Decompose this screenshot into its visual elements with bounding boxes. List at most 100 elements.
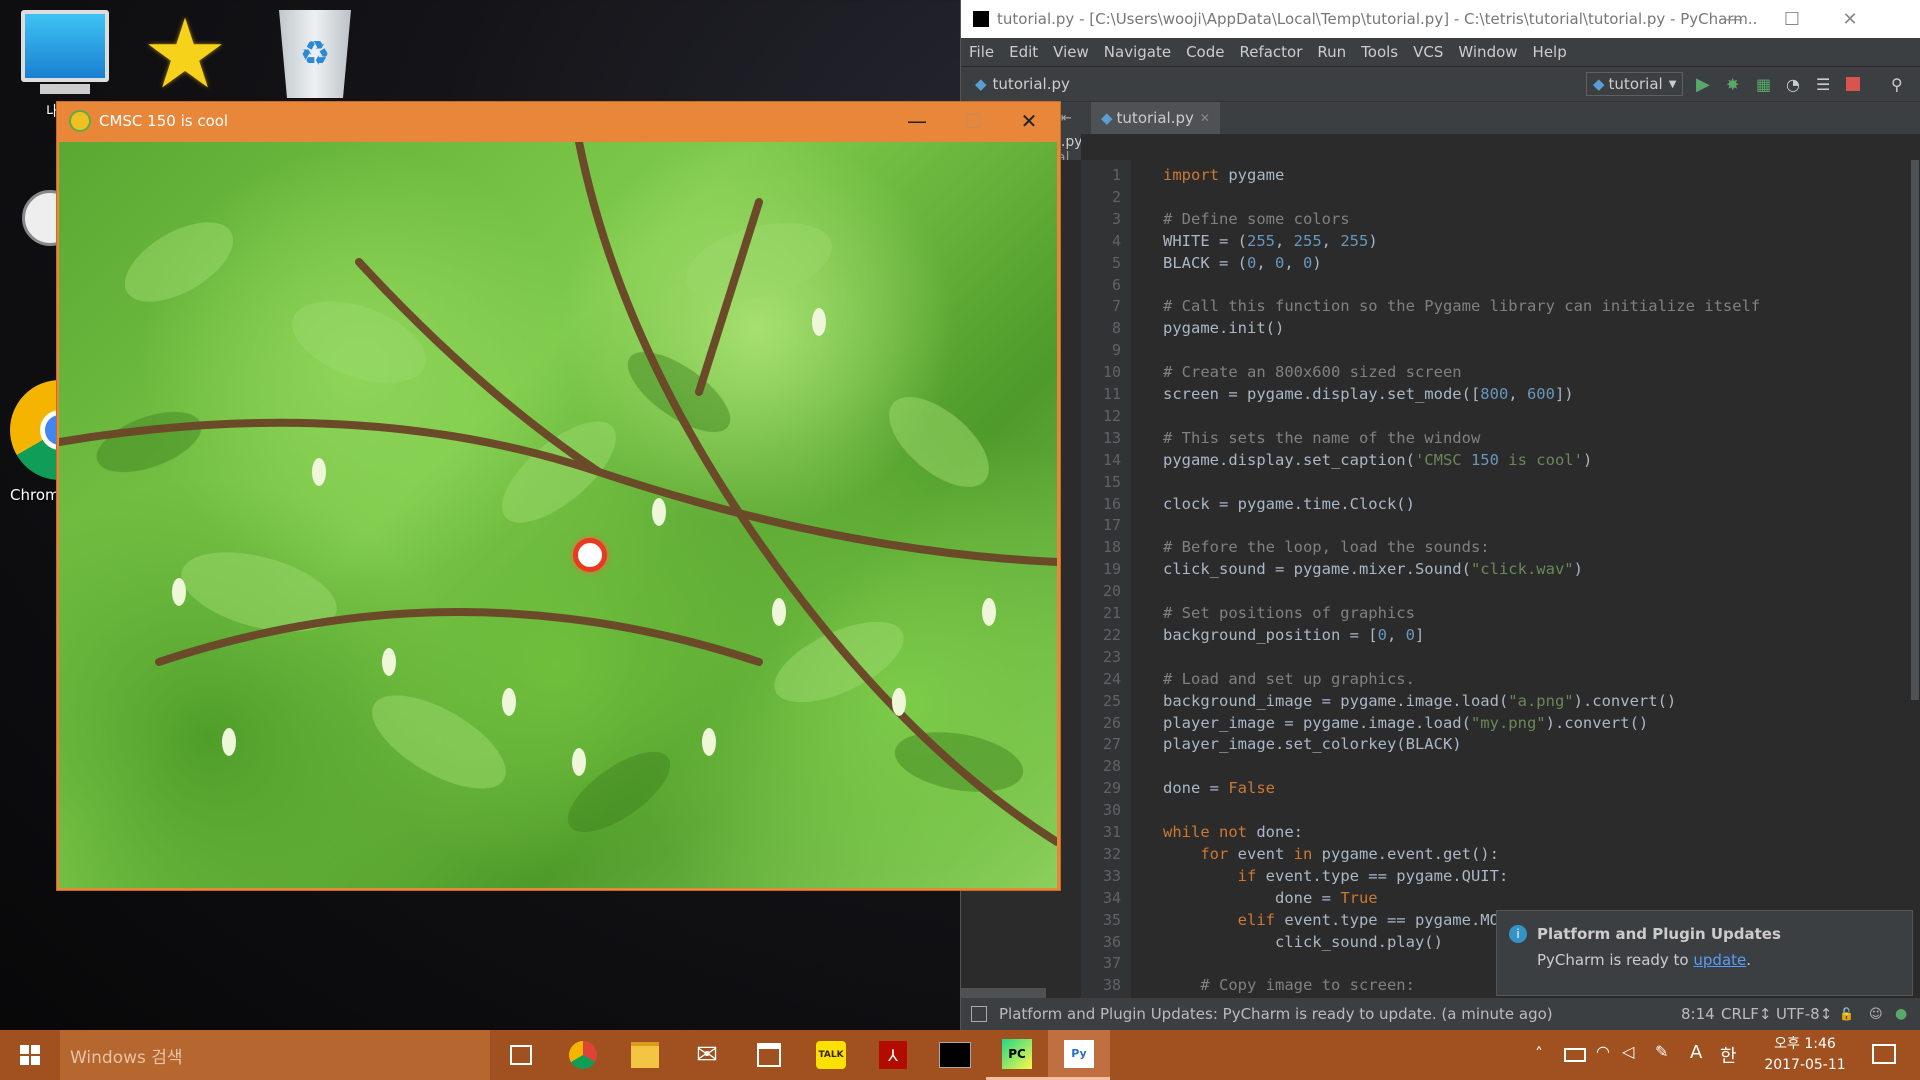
hector-icon[interactable]: ☺ [1869,1007,1883,1022]
line-number: 28 [1102,757,1121,776]
code-line[interactable]: pygame.init() [1163,319,1284,337]
code-line[interactable]: background_image = pygame.image.load("a.… [1163,692,1676,710]
code-line[interactable]: while not done: [1163,823,1303,841]
line-separator[interactable]: CRLF↕ [1721,1005,1771,1023]
code-line[interactable]: player_image.set_colorkey(BLACK) [1163,735,1462,753]
taskbar-mail[interactable]: ✉ [676,1030,738,1080]
code-editor[interactable]: import pygame # Define some colors WHITE =… [961,160,1920,998]
code-line[interactable]: clock = pygame.time.Clock() [1163,495,1415,513]
code-line[interactable]: # Before the loop, load the sounds: [1163,538,1490,556]
battery-icon[interactable] [1564,1048,1586,1062]
pen-icon[interactable]: ✎ [1655,1042,1668,1061]
action-center-icon[interactable] [1872,1044,1896,1064]
line-number: 35 [1102,910,1121,929]
taskbar-file-explorer[interactable] [614,1030,676,1080]
lock-icon[interactable]: 🔓 [1839,1007,1854,1021]
taskbar-chrome[interactable] [552,1030,614,1080]
code-line[interactable]: player_image = pygame.image.load("my.png… [1163,714,1648,732]
code-line[interactable]: pygame.display.set_caption('CMSC 150 is … [1163,451,1592,469]
code-line[interactable]: if event.type == pygame.QUIT: [1163,867,1509,885]
menu-refactor[interactable]: Refactor [1239,43,1302,61]
tasks-icon[interactable]: ☰ [1816,75,1830,94]
menu-help[interactable]: Help [1533,43,1567,61]
language-indicator[interactable]: 한 [1720,1042,1737,1068]
taskbar-kakaotalk[interactable]: TALK [800,1030,862,1080]
events-icon[interactable]: ● [1895,1006,1907,1022]
close-button[interactable]: ✕ [1001,102,1057,140]
editor-scrollbar[interactable] [1911,160,1919,700]
maximize-button[interactable]: ☐ [945,102,1001,140]
code-line[interactable]: # Create an 800x600 sized screen [1163,363,1462,381]
close-tab-icon[interactable]: ✕ [1200,111,1210,125]
taskbar-terminal[interactable] [924,1030,986,1080]
code-line[interactable]: click_sound = pygame.mixer.Sound("click.… [1163,560,1583,578]
taskbar-calendar[interactable] [738,1030,800,1080]
volume-icon[interactable]: ◁ [1622,1042,1634,1061]
tab-tutorial-py[interactable]: ◆ tutorial.py ✕ [1091,102,1220,134]
window-title: CMSC 150 is cool [99,112,229,130]
menu-window[interactable]: Window [1458,43,1517,61]
run-icon[interactable]: ▶ [1696,74,1710,95]
ime-mode[interactable]: A [1690,1042,1702,1063]
line-number: 6 [1111,275,1121,294]
taskbar-pygame[interactable]: Py [1048,1030,1110,1080]
taskbar-pycharm[interactable]: PC [986,1030,1048,1080]
status-message[interactable]: Platform and Plugin Updates: PyCharm is … [999,1005,1553,1023]
debug-icon[interactable]: ✸ [1726,75,1739,94]
code-line[interactable]: # This sets the name of the window [1163,429,1480,447]
run-config-select[interactable]: ◆ tutorial ▼ [1586,72,1684,96]
code-line[interactable]: elif event.type == pygame.MOUS [1163,911,1518,929]
file-encoding[interactable]: UTF-8↕ [1776,1005,1832,1023]
code-line[interactable]: screen = pygame.display.set_mode([800, 6… [1163,385,1574,403]
title-bar[interactable]: CMSC 150 is cool — ☐ ✕ [57,102,1060,140]
update-notification[interactable]: i Platform and Plugin Updates PyCharm is… [1496,910,1913,996]
menu-run[interactable]: Run [1317,43,1346,61]
code-line[interactable]: # Copy image to screen: [1163,976,1415,994]
menu-tools[interactable]: Tools [1361,43,1398,61]
event-log-icon[interactable] [971,1006,987,1022]
menu-navigate[interactable]: Navigate [1104,43,1171,61]
profile-icon[interactable]: ◔ [1786,75,1800,94]
line-number: 23 [1102,647,1121,666]
code-line[interactable]: # Load and set up graphics. [1163,670,1415,688]
tray-overflow-icon[interactable]: ˄ [1535,1044,1543,1063]
breadcrumb[interactable]: tutorial.py [993,75,1070,93]
task-view-button[interactable] [490,1030,552,1080]
menu-edit[interactable]: Edit [1009,43,1038,61]
close-button[interactable]: ✕ [1821,0,1879,38]
code-line[interactable]: click_sound.play() [1163,933,1443,951]
caret-position[interactable]: 8:14 [1681,1005,1715,1023]
minimize-button[interactable]: — [889,102,945,140]
clock[interactable]: 오후 1:46 2017-05-11 [1760,1034,1850,1076]
menu-code[interactable]: Code [1186,43,1224,61]
stop-icon[interactable] [1846,77,1860,91]
code-line[interactable]: # Call this function so the Pygame libra… [1163,297,1760,315]
menu-vcs[interactable]: VCS [1413,43,1443,61]
code-line[interactable]: done = True [1163,889,1378,907]
title-bar[interactable]: tutorial.py - [C:\Users\wooji\AppData\Lo… [961,0,1920,38]
code-line[interactable]: # Define some colors [1163,210,1350,228]
code-line[interactable]: done = False [1163,779,1275,797]
code-line[interactable]: BLACK = (0, 0, 0) [1163,254,1322,272]
search-box[interactable]: Windows 검색 [60,1030,490,1080]
game-canvas[interactable] [59,142,1057,888]
minimize-button[interactable]: — [1705,0,1763,38]
desktop-icon-recycle-bin[interactable]: ♻ [260,10,370,98]
code-line[interactable]: background_position = [0, 0] [1163,626,1424,644]
start-button[interactable] [0,1030,60,1080]
taskbar-acrobat[interactable]: ⅄ [862,1030,924,1080]
menu-view[interactable]: View [1053,43,1089,61]
code-line[interactable]: WHITE = (255, 255, 255) [1163,232,1378,250]
menu-file[interactable]: File [969,43,994,61]
code-line[interactable]: for event in pygame.event.get(): [1163,845,1499,863]
wifi-icon[interactable]: ◠ [1596,1042,1610,1061]
update-link[interactable]: update [1693,951,1746,969]
desktop-icon-favorites[interactable]: ★ [130,6,240,102]
maximize-button[interactable]: ☐ [1763,0,1821,38]
code-line[interactable]: # Set positions of graphics [1163,604,1415,622]
search-icon[interactable]: ⚲ [1891,75,1903,94]
coverage-icon[interactable]: ▦ [1756,75,1771,94]
code-line[interactable]: import pygame [1163,166,1284,184]
line-number: 38 [1102,976,1121,995]
horizontal-scrollbar[interactable] [961,988,1046,998]
